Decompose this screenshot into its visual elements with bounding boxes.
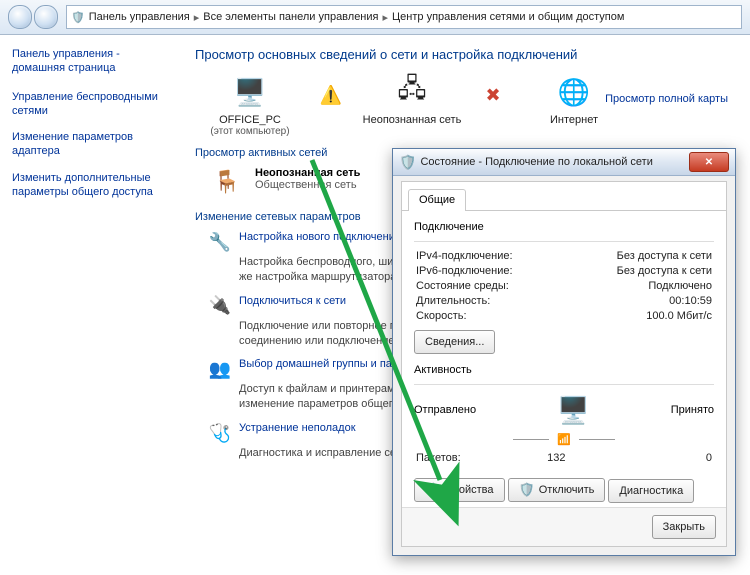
bench-icon: 🪑 [209, 167, 245, 197]
close-dialog-button[interactable]: Закрыть [652, 515, 716, 539]
breadcrumb-item[interactable]: Все элементы панели управления [203, 11, 378, 23]
page-title: Просмотр основных сведений о сети и наст… [195, 47, 732, 62]
sidebar-item-sharing[interactable]: Изменить дополнительные параметры общего… [12, 171, 175, 200]
chevron-right-icon: ▸ [194, 11, 200, 24]
disable-button[interactable]: 🛡️Отключить [508, 478, 606, 502]
map-node-this-pc[interactable]: 🖥️ OFFICE_PC (этот компьютер) [195, 74, 305, 137]
sidebar-item-wireless[interactable]: Управление беспроводными сетями [12, 90, 175, 119]
sidebar-item-adapter[interactable]: Изменение параметров адаптера [12, 130, 175, 159]
details-button[interactable]: Сведения... [414, 330, 495, 354]
chevron-right-icon: ▸ [383, 11, 389, 24]
network-icon: 🖧 [392, 74, 432, 110]
computer-icon: 🖥️ [230, 74, 270, 110]
control-panel-icon: 🛡️ [71, 11, 85, 24]
troubleshoot-icon: 🩺 [209, 422, 231, 444]
globe-icon: 🌐 [554, 74, 594, 110]
network-map: 🖥️ OFFICE_PC (этот компьютер) ⚠️ 🖧 Неопо… [195, 74, 732, 137]
wizard-icon: 🔧 [209, 231, 231, 253]
group-connection: Подключение [414, 221, 714, 233]
tab-general[interactable]: Общие [408, 189, 466, 211]
close-button[interactable]: ✕ [689, 152, 729, 172]
breadcrumb-item[interactable]: Центр управления сетями и общим доступом [392, 11, 624, 23]
breadcrumb-item[interactable]: Панель управления [89, 11, 190, 23]
properties-button[interactable]: 🛡️Свойства [414, 478, 505, 502]
diagnose-button[interactable]: Диагностика [608, 479, 694, 503]
connect-icon: 🔌 [209, 295, 231, 317]
warning-icon: ⚠️ [311, 74, 351, 110]
nic-icon: 📶 [557, 433, 571, 446]
map-node-unknown[interactable]: 🖧 Неопознанная сеть [357, 74, 467, 126]
nav-forward-button[interactable] [34, 5, 58, 29]
shield-icon: 🛡️ [519, 482, 535, 498]
group-activity: Активность [414, 364, 714, 376]
breadcrumb[interactable]: 🛡️ Панель управления ▸ Все элементы пане… [66, 5, 742, 29]
broken-link-icon: ✖ [473, 74, 513, 110]
status-dialog: 🛡️ Состояние - Подключение по локальной … [392, 148, 736, 556]
sidebar: Панель управления - домашняя страница Уп… [0, 35, 185, 575]
shield-icon: 🛡️ [399, 154, 416, 171]
nav-back-button[interactable] [8, 5, 32, 29]
homegroup-icon: 👥 [209, 358, 231, 380]
dialog-title: Состояние - Подключение по локальной сет… [420, 156, 689, 168]
computers-icon: 🖥️ [550, 393, 596, 427]
shield-icon: 🛡️ [425, 482, 441, 498]
view-full-map-link[interactable]: Просмотр полной карты [605, 93, 728, 105]
sidebar-home-link[interactable]: Панель управления - домашняя страница [12, 47, 175, 76]
